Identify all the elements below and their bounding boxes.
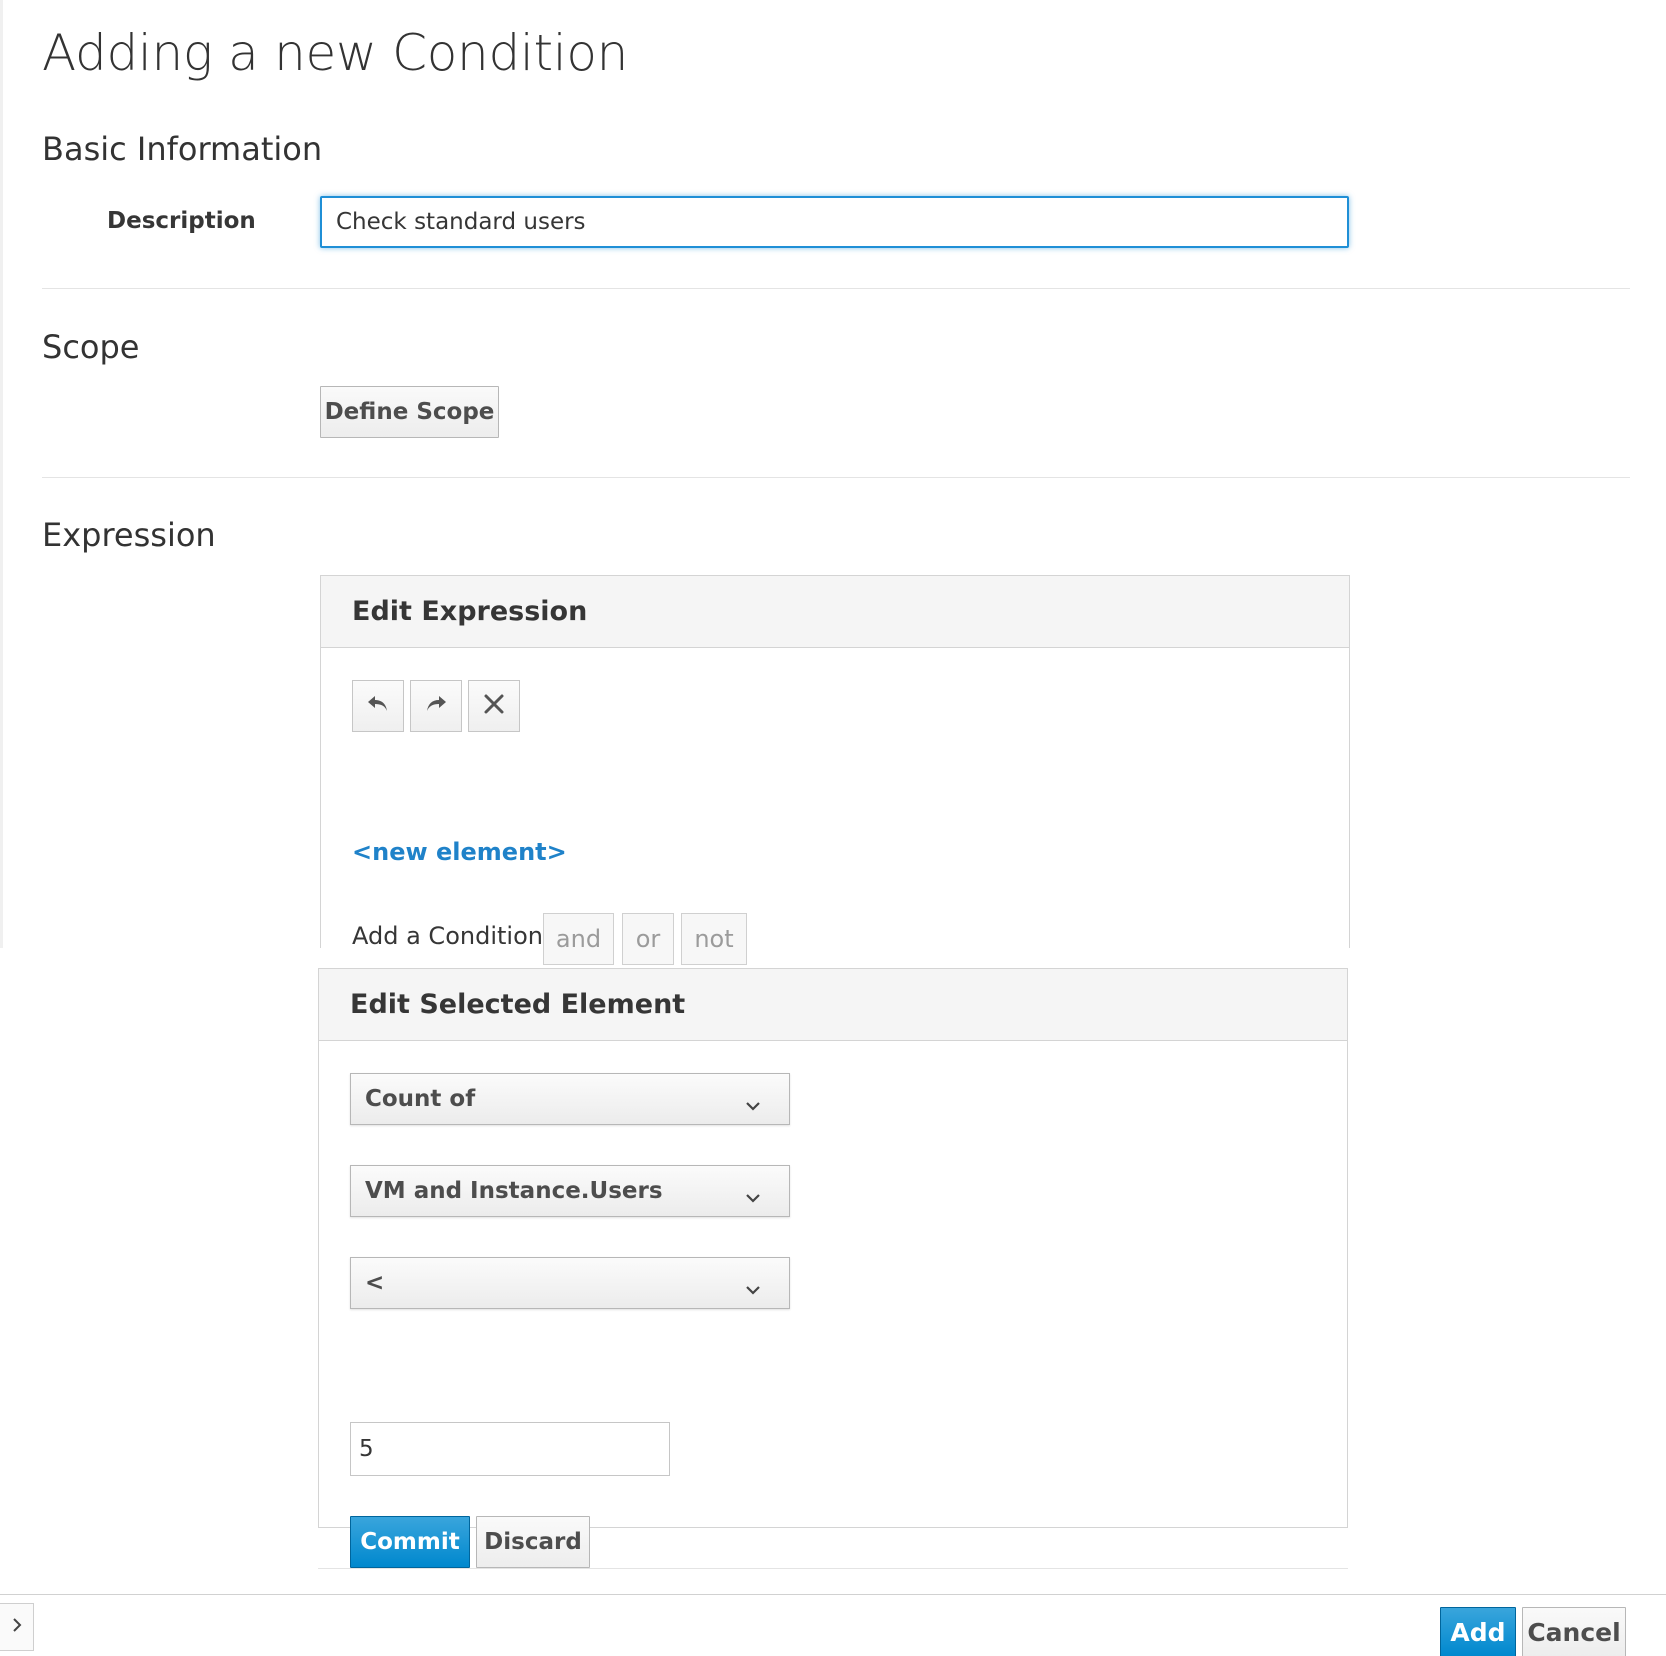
edit-selected-element-title: Edit Selected Element — [319, 969, 1347, 1041]
field-select[interactable]: VM and Instance.Users — [350, 1165, 790, 1217]
select-value: < — [365, 1270, 385, 1296]
divider — [318, 1568, 1348, 1569]
divider — [42, 288, 1630, 289]
description-label: Description — [107, 208, 256, 234]
or-button[interactable]: or — [622, 913, 674, 965]
discard-button[interactable]: Discard — [476, 1516, 590, 1568]
define-scope-button[interactable]: Define Scope — [320, 386, 499, 438]
scope-heading: Scope — [42, 328, 140, 366]
chevron-down-icon — [745, 1184, 761, 1210]
not-button[interactable]: not — [681, 913, 747, 965]
operator-select[interactable]: < — [350, 1257, 790, 1309]
edit-expression-panel: Edit Expression <new element> Add a Cond… — [320, 575, 1350, 965]
page: Adding a new Condition Basic Information… — [0, 0, 1666, 1656]
chevron-down-icon — [745, 1276, 761, 1302]
page-title: Adding a new Condition — [42, 24, 629, 82]
undo-icon — [365, 693, 391, 719]
close-icon — [483, 693, 505, 719]
chevron-right-icon — [12, 1617, 22, 1637]
add-condition-label: Add a Condition: — [352, 922, 552, 950]
drawer-toggle-button[interactable] — [0, 1603, 34, 1651]
redo-icon — [423, 693, 449, 719]
edit-expression-title: Edit Expression — [321, 576, 1349, 648]
commit-button[interactable]: Commit — [350, 1516, 470, 1568]
redo-button[interactable] — [410, 680, 462, 732]
divider — [42, 477, 1630, 478]
undo-button[interactable] — [352, 680, 404, 732]
clear-button[interactable] — [468, 680, 520, 732]
footer-bar: Add Cancel — [0, 1594, 1666, 1656]
description-field[interactable] — [320, 196, 1349, 248]
value-field[interactable] — [350, 1422, 670, 1476]
count-of-select[interactable]: Count of — [350, 1073, 790, 1125]
chevron-down-icon — [745, 1092, 761, 1118]
new-element-link[interactable]: <new element> — [352, 838, 567, 866]
select-value: VM and Instance.Users — [365, 1178, 663, 1204]
add-button[interactable]: Add — [1440, 1607, 1516, 1656]
cancel-button[interactable]: Cancel — [1522, 1607, 1626, 1656]
left-edge — [0, 0, 3, 948]
basic-info-heading: Basic Information — [42, 130, 323, 168]
and-button[interactable]: and — [543, 913, 614, 965]
select-value: Count of — [365, 1086, 476, 1112]
expression-heading: Expression — [42, 516, 216, 554]
edit-selected-element-panel: Edit Selected Element Count of VM and In… — [318, 968, 1348, 1568]
